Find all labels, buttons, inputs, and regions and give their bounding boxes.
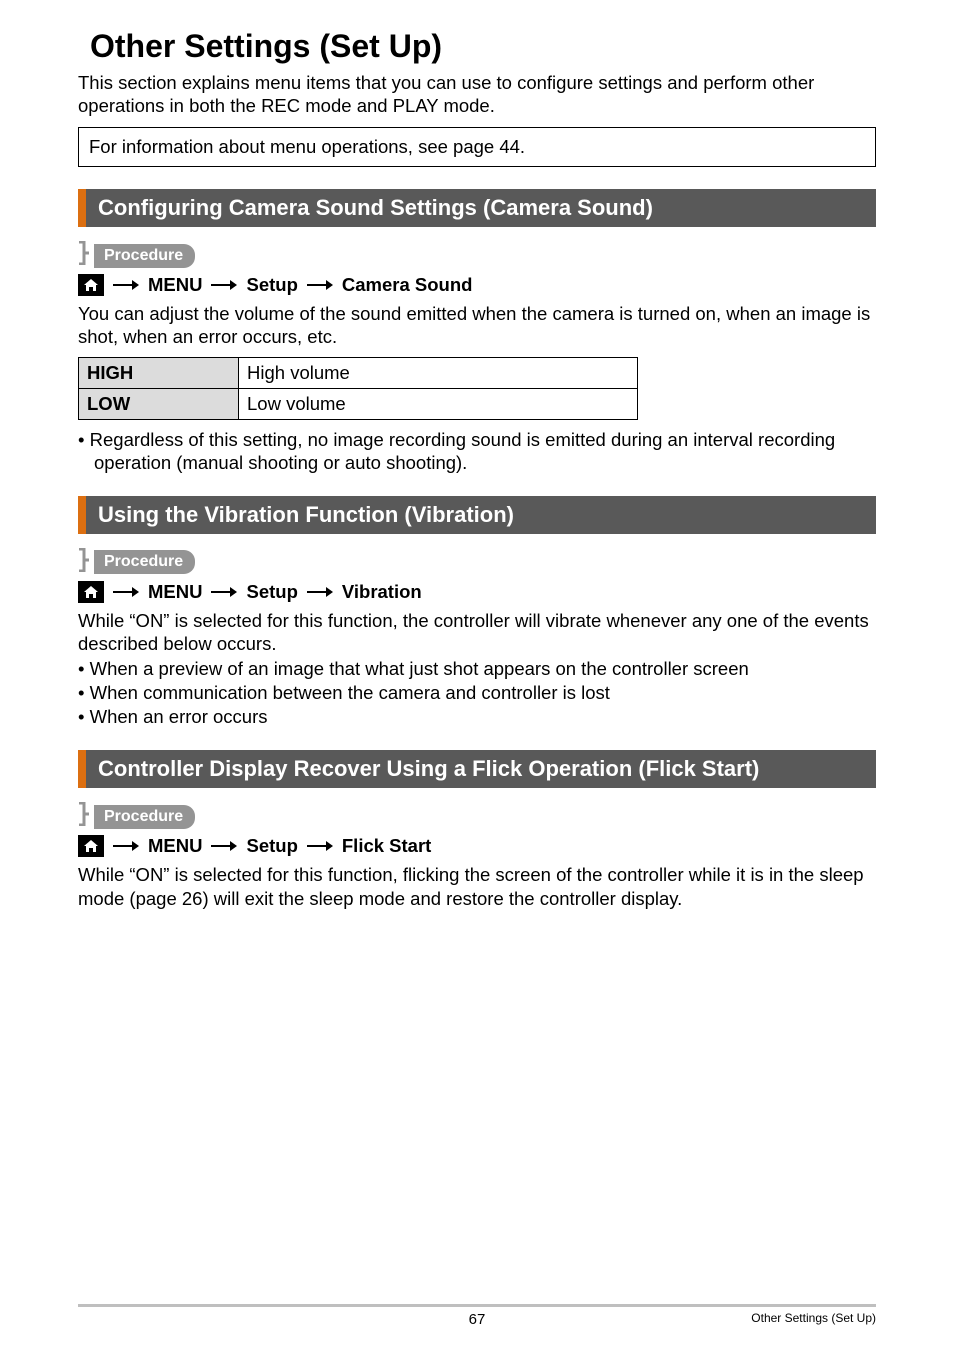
procedure-path: MENU Setup Camera Sound [78,274,876,296]
procedure-bracket-icon [78,241,90,270]
arrow-icon [112,840,140,852]
page-title: Other Settings (Set Up) [90,28,876,65]
path-target: Vibration [342,581,422,603]
path-setup: Setup [246,581,297,603]
options-table: HIGH High volume LOW Low volume [78,357,638,420]
procedure-tag: Procedure [94,550,195,574]
arrow-icon [306,840,334,852]
path-menu: MENU [148,581,202,603]
option-value: Low volume [239,388,638,419]
arrow-icon [210,840,238,852]
arrow-icon [112,279,140,291]
page-number: 67 [78,1311,876,1328]
info-note: For information about menu operations, s… [78,127,876,167]
procedure-label-row: Procedure [78,241,876,270]
note-list: Regardless of this setting, no image rec… [78,428,876,474]
home-icon [78,581,104,603]
page-footer: 67 Other Settings (Set Up) [78,1304,876,1325]
section-heading-camera-sound: Configuring Camera Sound Settings (Camer… [78,189,876,227]
path-setup: Setup [246,835,297,857]
procedure-tag: Procedure [94,244,195,268]
table-row: LOW Low volume [79,388,638,419]
arrow-icon [306,279,334,291]
section-heading-flick-start: Controller Display Recover Using a Flick… [78,750,876,788]
section-desc: While “ON” is selected for this function… [78,609,876,655]
arrow-icon [210,279,238,291]
procedure-path: MENU Setup Vibration [78,581,876,603]
path-menu: MENU [148,835,202,857]
home-icon [78,835,104,857]
procedure-bracket-icon [78,802,90,831]
procedure-label-row: Procedure [78,802,876,831]
procedure-tag: Procedure [94,805,195,829]
home-icon [78,274,104,296]
option-value: High volume [239,357,638,388]
list-item: When a preview of an image that what jus… [78,657,876,680]
arrow-icon [210,586,238,598]
list-item: When an error occurs [78,705,876,728]
arrow-icon [306,586,334,598]
list-item: When communication between the camera an… [78,681,876,704]
option-key: HIGH [79,357,239,388]
event-list: When a preview of an image that what jus… [78,657,876,728]
path-setup: Setup [246,274,297,296]
arrow-icon [112,586,140,598]
path-menu: MENU [148,274,202,296]
section-heading-vibration: Using the Vibration Function (Vibration) [78,496,876,534]
procedure-label-row: Procedure [78,548,876,577]
list-item: Regardless of this setting, no image rec… [78,428,876,474]
path-target: Flick Start [342,835,431,857]
procedure-bracket-icon [78,548,90,577]
option-key: LOW [79,388,239,419]
section-desc: You can adjust the volume of the sound e… [78,302,876,348]
section-desc: While “ON” is selected for this function… [78,863,876,909]
procedure-path: MENU Setup Flick Start [78,835,876,857]
intro-text: This section explains menu items that yo… [78,71,876,117]
path-target: Camera Sound [342,274,473,296]
table-row: HIGH High volume [79,357,638,388]
